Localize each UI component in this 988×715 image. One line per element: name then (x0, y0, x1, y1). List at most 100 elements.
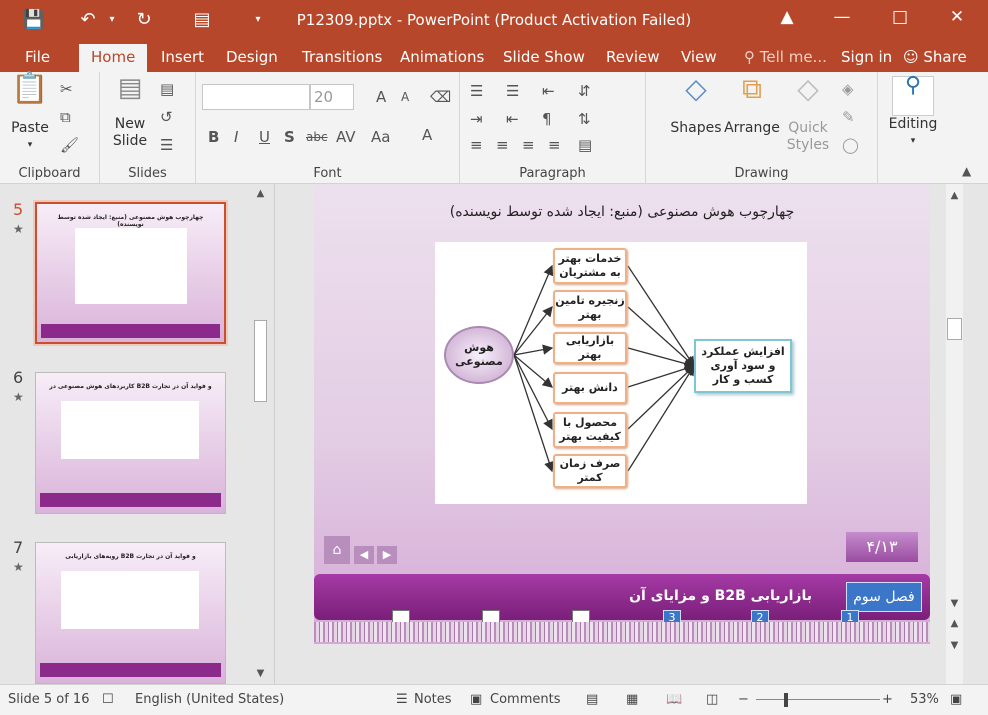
outcome-box[interactable]: افزایش عملکرد و سود آوری کسب و کار (694, 339, 792, 393)
outdent-icon[interactable]: ⇤ (506, 110, 519, 128)
section-icon[interactable]: ☰ (160, 136, 173, 154)
layout-icon[interactable]: ▤ (160, 80, 174, 98)
language-indicator[interactable]: English (United States) (135, 692, 284, 707)
tab-design[interactable]: Design (226, 48, 278, 66)
indent-icon[interactable]: ⇥ (470, 110, 483, 128)
shape-effects-icon[interactable]: ◯ (842, 136, 859, 154)
slide-thumbnail[interactable]: کاربردهای هوش مصنوعی در B2B و فواید آن د… (35, 372, 226, 514)
tab-slide-show[interactable]: Slide Show (503, 48, 585, 66)
editor-scrollbar[interactable]: ▲ ▼ ▲ ▼ (946, 184, 963, 684)
rtl-icon[interactable]: ¶ (542, 110, 552, 128)
align-left-icon[interactable]: ≡ (470, 136, 483, 154)
notes-icon[interactable]: ☰ (396, 692, 408, 707)
home-icon[interactable]: ⌂ (324, 536, 350, 564)
zoom-slider-handle[interactable] (784, 693, 788, 707)
fit-to-window-icon[interactable]: ▣ (950, 692, 962, 707)
reset-icon[interactable]: ↺ (160, 108, 173, 126)
current-slide[interactable]: چهارچوب هوش مصنوعی (منبع: ایجاد شده توسط… (314, 184, 930, 644)
scroll-down-icon[interactable]: ▼ (252, 666, 269, 682)
tab-file[interactable]: File (25, 48, 50, 66)
tab-home[interactable]: Home (79, 44, 148, 72)
scroll-up-icon[interactable]: ▲ (252, 186, 269, 202)
diagram-box[interactable]: محصول با کیفیت بهتر (553, 412, 627, 448)
editing-button[interactable]: ⚲ Editing ▾ (880, 75, 946, 150)
numbering-icon[interactable]: ☰ (506, 82, 519, 100)
spell-check-icon[interactable]: ☐ (102, 692, 114, 707)
slide-thumbnail[interactable]: چهارچوب هوش مصنوعی (منبع: ایجاد شده توسط… (33, 200, 228, 346)
quick-styles-button[interactable]: ◇ Quick Styles (782, 75, 834, 154)
slide-thumbnail[interactable]: رویه‌های بازاریابی B2B و فواید آن در تجا… (35, 542, 226, 684)
maximize-icon[interactable]: □ (885, 7, 915, 27)
shapes-button[interactable]: ◇ Shapes (670, 75, 722, 137)
share-button[interactable]: ☺ Share (903, 48, 967, 66)
reading-view-icon[interactable]: 📖 (666, 692, 682, 707)
columns-icon[interactable]: ▤ (578, 136, 592, 154)
framework-diagram[interactable]: هوش مصنوعی خدمات بهتر به مشتریان زنجیره … (435, 242, 807, 504)
slide-sorter-icon[interactable]: ▦ (626, 692, 638, 707)
diagram-box[interactable]: بازاریابی بهتر (553, 332, 627, 364)
char-spacing-button[interactable]: AV (336, 128, 356, 146)
new-slide-button[interactable]: ▤ New Slide (106, 75, 154, 150)
tab-insert[interactable]: Insert (161, 48, 204, 66)
shadow-button[interactable]: S (284, 128, 295, 146)
bullets-icon[interactable]: ☰ (470, 82, 483, 100)
font-color-button[interactable]: A (422, 126, 432, 144)
close-icon[interactable]: ✕ (942, 7, 972, 27)
collapse-ribbon-icon[interactable]: ▲ (962, 164, 971, 178)
bold-button[interactable]: B (208, 128, 219, 146)
copy-icon[interactable]: ⧉ (60, 108, 71, 126)
font-name-input[interactable] (202, 84, 310, 110)
prev-arrow-icon[interactable]: ◀ (354, 546, 374, 564)
comments-icon[interactable]: ▣ (470, 692, 482, 707)
grow-font-icon[interactable]: A (376, 88, 386, 106)
slide-title[interactable]: چهارچوب هوش مصنوعی (منبع: ایجاد شده توسط… (314, 204, 930, 220)
change-case-button[interactable]: Aa (371, 128, 390, 146)
minimize-icon[interactable]: — (827, 7, 857, 27)
strikethrough-button[interactable]: abc (306, 130, 328, 144)
line-spacing-icon[interactable]: ⇵ (578, 82, 591, 100)
scroll-thumb[interactable] (947, 318, 962, 340)
align-center-icon[interactable]: ≡ (496, 136, 509, 154)
tab-animations[interactable]: Animations (400, 48, 484, 66)
diagram-box[interactable]: صرف زمان کمتر (553, 454, 627, 488)
arrange-button[interactable]: ⧉ Arrange (724, 75, 780, 137)
shape-outline-icon[interactable]: ✎ (842, 108, 855, 126)
thumbnail-scrollbar[interactable]: ▲ ▼ (252, 184, 269, 684)
ribbon-display-icon[interactable]: ▲ (772, 7, 802, 27)
zoom-out-icon[interactable]: − (738, 692, 749, 707)
zoom-in-icon[interactable]: + (882, 692, 893, 707)
tab-review[interactable]: Review (606, 48, 660, 66)
justify-icon[interactable]: ≡ (548, 136, 561, 154)
diagram-box[interactable]: زنجیره تامین بهتر (553, 290, 627, 326)
slideshow-icon[interactable]: ◫ (706, 692, 718, 707)
italic-button[interactable]: I (234, 128, 238, 146)
zoom-slider[interactable] (756, 699, 880, 700)
next-slide-icon[interactable]: ▼ (946, 638, 963, 654)
underline-button[interactable]: U (259, 128, 270, 146)
text-direction-icon[interactable]: ⇅ (578, 110, 591, 128)
zoom-level[interactable]: 53% (910, 692, 939, 707)
comments-button[interactable]: Comments (490, 692, 560, 707)
align-right-icon[interactable]: ≡ (522, 136, 535, 154)
normal-view-icon[interactable]: ▤ (586, 692, 598, 707)
previous-slide-icon[interactable]: ▲ (946, 616, 963, 632)
clear-format-icon[interactable]: ⌫ (430, 88, 451, 106)
format-painter-icon[interactable]: 🖌 (60, 136, 79, 154)
shape-fill-icon[interactable]: ◈ (842, 80, 854, 98)
diagram-box[interactable]: خدمات بهتر به مشتریان (553, 248, 627, 284)
next-arrow-icon[interactable]: ▶ (377, 546, 397, 564)
font-size-input[interactable]: 20 (310, 84, 354, 110)
chapter-label[interactable]: فصل سوم (846, 582, 922, 612)
scroll-thumb[interactable] (254, 320, 267, 402)
notes-button[interactable]: Notes (414, 692, 452, 707)
scroll-down-icon[interactable]: ▼ (946, 596, 963, 612)
diagram-box[interactable]: دانش بهتر (553, 372, 627, 404)
paste-button[interactable]: 📋 Paste ▾ (10, 74, 50, 154)
sign-in-link[interactable]: Sign in (841, 48, 892, 66)
tab-view[interactable]: View (681, 48, 717, 66)
cut-icon[interactable]: ✂ (60, 80, 73, 98)
center-ellipse[interactable]: هوش مصنوعی (444, 326, 514, 384)
scroll-up-icon[interactable]: ▲ (946, 188, 963, 204)
tell-me-box[interactable]: ⚲ Tell me... (744, 48, 827, 66)
decrease-indent-icon[interactable]: ⇤ (542, 82, 555, 100)
